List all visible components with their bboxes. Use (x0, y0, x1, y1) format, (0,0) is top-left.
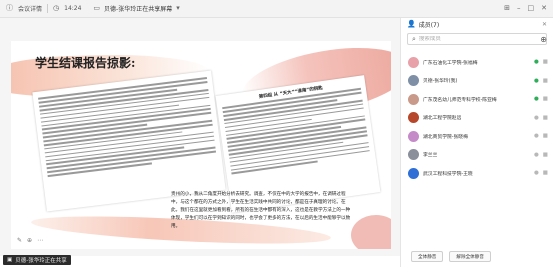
member-row[interactable]: 李兰兰 ● ■ (401, 146, 553, 165)
window-controls: ⊞ – □ ✕ (504, 5, 553, 12)
slide-summary-text: 贵州的小，我从二角度开始分析去研究。调查，不仅在中的大学的报告中，在调研过程中，… (171, 192, 351, 230)
microphone-icon[interactable]: ● (534, 170, 539, 176)
zoom-icon[interactable]: ⊕ (27, 237, 32, 244)
microphone-icon[interactable]: ● (534, 152, 539, 158)
avatar (408, 75, 419, 87)
more-icon[interactable]: ⋯ (37, 237, 43, 244)
member-name: 贝德-张华玲(我) (423, 79, 458, 85)
members-panel-header: 👤 成员(7) ✕ (401, 18, 553, 30)
microphone-icon[interactable]: ● (534, 115, 539, 121)
shared-slide: 学生结课报告掠影: 第四组 从 “天大”“淮南”的钥匙 贵州的小，我从二角度开始… (11, 41, 391, 249)
sharing-status-label: 贝德-张华玲正在共享 (15, 258, 67, 264)
avatar (408, 149, 419, 161)
member-row[interactable]: 湖北商贸学院-张晓梅 ● ■ (401, 127, 553, 146)
member-search[interactable]: ⌕ (407, 33, 547, 45)
camera-icon[interactable]: ■ (543, 115, 548, 121)
sharing-status-tab[interactable]: ▣ 贝德-张华玲正在共享 (3, 255, 71, 265)
member-status: ● ■ (534, 96, 548, 102)
members-title: 成员(7) (418, 21, 440, 29)
close-icon[interactable]: ✕ (541, 5, 547, 12)
screen-share-icon: ▭ (93, 4, 101, 12)
meeting-details-label[interactable]: 会议详情 (18, 4, 42, 13)
camera-icon[interactable]: ■ (543, 59, 548, 65)
members-panel-footer: 全体静音 解除全体静音 (401, 251, 553, 262)
microphone-icon[interactable]: ● (534, 96, 539, 102)
maximize-icon[interactable]: □ (528, 5, 535, 12)
microphone-icon[interactable]: ● (534, 59, 539, 65)
avatar (408, 167, 419, 179)
member-status: ● ■ (534, 78, 548, 84)
member-status: ● ■ (534, 133, 548, 139)
member-name: 湖北工程学院赵远 (423, 116, 462, 122)
meeting-window: ⓘ 会议详情 ◷ 14:24 ▭ 贝德-张华玲正在共享屏幕 ▾ ⊞ – □ ✕ … (0, 0, 553, 267)
microphone-icon[interactable]: ● (534, 78, 539, 84)
member-name: 广东石油化工学院-张福梅 (423, 60, 478, 66)
camera-icon[interactable]: ■ (543, 133, 548, 139)
shared-screen-area: 学生结课报告掠影: 第四组 从 “天大”“淮南”的钥匙 贵州的小，我从二角度开始… (0, 18, 400, 256)
member-row[interactable]: 湖北工程学院赵远 ● ■ (401, 109, 553, 128)
avatar (408, 130, 419, 142)
member-list: 广东石油化工学院-张福梅 ● ■ 贝德-张华玲(我) ● ■ 广东茂名幼儿师范专… (401, 53, 553, 183)
avatar (408, 112, 419, 124)
member-name: 湖北商贸学院-张晓梅 (423, 134, 468, 140)
minimize-icon[interactable]: – (517, 5, 521, 12)
layout-icon[interactable]: ⊞ (504, 5, 510, 12)
chevron-down-icon[interactable]: ▾ (176, 5, 180, 12)
member-status: ● ■ (534, 115, 548, 121)
member-status: ● ■ (534, 170, 548, 176)
members-icon: 👤 (407, 19, 416, 28)
member-status: ● ■ (534, 59, 548, 65)
member-status: ● ■ (534, 152, 548, 158)
camera-icon[interactable]: ■ (543, 78, 548, 84)
search-icon: ⌕ (412, 34, 416, 43)
slide-title: 学生结课报告掠影: (35, 56, 136, 70)
member-row[interactable]: 广东石油化工学院-张福梅 ● ■ (401, 53, 553, 72)
avatar (408, 56, 419, 68)
close-panel-icon[interactable]: ✕ (542, 21, 547, 28)
invite-member-icon[interactable]: ⊕ (540, 35, 547, 44)
member-name: 广东茂名幼儿师范专科学校-陈亚梅 (423, 97, 497, 103)
slide-toolbar: ✎ ⊕ ⋯ (17, 237, 43, 244)
clock-icon: ◷ (53, 4, 60, 12)
share-status: ▭ 贝德-张华玲正在共享屏幕 ▾ (93, 4, 180, 14)
pen-icon[interactable]: ✎ (17, 237, 22, 244)
member-search-input[interactable] (418, 36, 514, 42)
avatar (408, 93, 419, 105)
mute-all-button[interactable]: 全体静音 (411, 251, 444, 262)
camera-icon[interactable]: ■ (543, 152, 548, 158)
top-bar-left: ⓘ 会议详情 ◷ 14:24 (0, 4, 81, 13)
members-panel: 👤 成员(7) ✕ ⌕ ⊕ 广东石油化工学院-张福梅 ● ■ 贝德-张华玲(我) (400, 18, 553, 267)
unmute-all-button[interactable]: 解除全体静音 (449, 251, 491, 262)
screen-share-icon: ▣ (7, 257, 13, 263)
microphone-icon[interactable]: ● (534, 133, 539, 139)
camera-icon[interactable]: ■ (543, 96, 548, 102)
member-row[interactable]: 贝德-张华玲(我) ● ■ (401, 72, 553, 91)
member-row[interactable]: 广东茂名幼儿师范专科学校-陈亚梅 ● ■ (401, 90, 553, 109)
camera-icon[interactable]: ■ (543, 170, 548, 176)
brush-decoration (351, 215, 391, 249)
member-name: 李兰兰 (423, 153, 438, 159)
meeting-time: 14:24 (64, 5, 82, 12)
member-row[interactable]: 武汉工程科技学院-王晓 ● ■ (401, 164, 553, 183)
divider (47, 4, 49, 13)
meeting-info-icon[interactable]: ⓘ (6, 5, 13, 12)
top-bar: ⓘ 会议详情 ◷ 14:24 ▭ 贝德-张华玲正在共享屏幕 ▾ ⊞ – □ ✕ (0, 0, 553, 18)
member-name: 武汉工程科技学院-王晓 (423, 171, 473, 177)
share-title: 贝德-张华玲正在共享屏幕 (104, 6, 173, 13)
